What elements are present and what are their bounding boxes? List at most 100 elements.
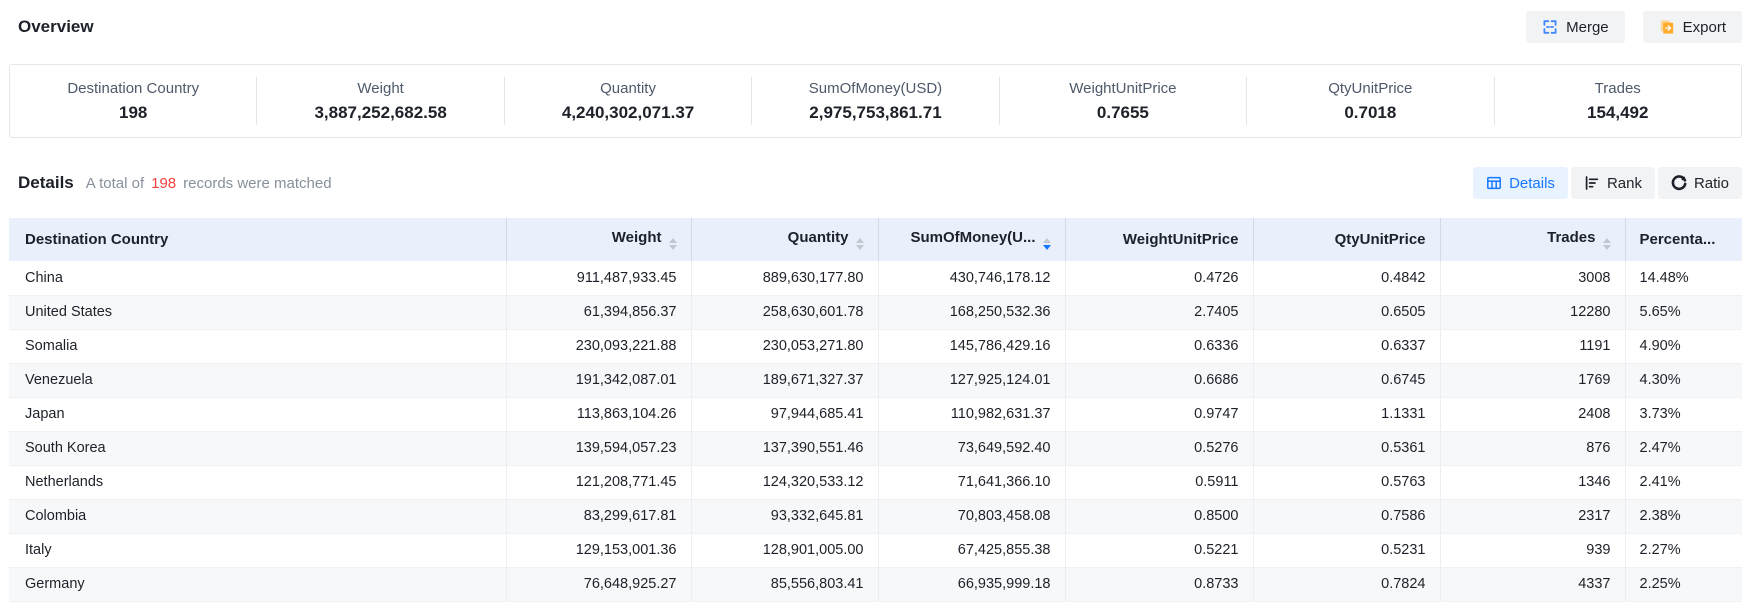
stat-value: 0.7018 (1344, 103, 1396, 123)
table-icon (1486, 175, 1502, 191)
column-header-percenta: Percenta... (1625, 218, 1742, 261)
stat-item-weightunitprice: WeightUnitPrice0.7655 (1000, 77, 1247, 125)
stat-item-destination-country: Destination Country 198 (10, 77, 257, 125)
value-cell-weight: 113,863,104.26 (506, 397, 691, 431)
sort-caret-icon[interactable] (1043, 238, 1051, 250)
value-cell-qtyunitprice: 0.6745 (1253, 363, 1440, 397)
value-cell-quantity: 97,944,685.41 (691, 397, 878, 431)
table-row-china[interactable]: China911,487,933.45889,630,177.80430,746… (9, 261, 1742, 295)
value-cell-trades: 4337 (1440, 567, 1625, 601)
sort-desc-arrow (856, 245, 864, 250)
stat-label: Quantity (600, 80, 656, 97)
column-header-label: QtyUnitPrice (1335, 231, 1426, 248)
value-cell-quantity: 258,630,601.78 (691, 295, 878, 329)
value-cell-trades: 1191 (1440, 329, 1625, 363)
value-cell-weightunitprice: 0.9747 (1065, 397, 1253, 431)
value-cell-quantity: 93,332,645.81 (691, 499, 878, 533)
value-cell-weight: 230,093,221.88 (506, 329, 691, 363)
export-button[interactable]: Export (1643, 11, 1742, 43)
value-cell-quantity: 124,320,533.12 (691, 465, 878, 499)
value-cell-quantity: 85,556,803.41 (691, 567, 878, 601)
value-cell-weight: 911,487,933.45 (506, 261, 691, 295)
value-cell-weight: 129,153,001.36 (506, 533, 691, 567)
details-bar: Details A total of198records were matche… (0, 166, 1751, 200)
value-cell-sumofmoney-u: 67,425,855.38 (878, 533, 1065, 567)
table-row-united-states[interactable]: United States61,394,856.37258,630,601.78… (9, 295, 1742, 329)
stat-label: Destination Country (67, 80, 199, 97)
value-cell-weightunitprice: 0.8733 (1065, 567, 1253, 601)
table-row-somalia[interactable]: Somalia230,093,221.88230,053,271.80145,7… (9, 329, 1742, 363)
view-button-details[interactable]: Details (1473, 167, 1568, 199)
column-header-label: SumOfMoney(U... (910, 229, 1035, 246)
value-cell-qtyunitprice: 1.1331 (1253, 397, 1440, 431)
sort-caret-icon[interactable] (669, 238, 677, 250)
value-cell-qtyunitprice: 0.7586 (1253, 499, 1440, 533)
stat-value: 198 (119, 103, 147, 123)
value-cell-qtyunitprice: 0.6337 (1253, 329, 1440, 363)
overview-stats-card: Destination Country198Weight3,887,252,68… (9, 64, 1742, 138)
value-cell-trades: 3008 (1440, 261, 1625, 295)
value-cell-percenta: 2.41% (1625, 465, 1742, 499)
country-cell: United States (9, 295, 506, 329)
table-row-venezuela[interactable]: Venezuela191,342,087.01189,671,327.37127… (9, 363, 1742, 397)
column-header-trades[interactable]: Trades (1440, 218, 1625, 261)
column-header-label: Destination Country (25, 231, 168, 248)
value-cell-weightunitprice: 0.8500 (1065, 499, 1253, 533)
country-cell: Japan (9, 397, 506, 431)
column-header-label: Weight (612, 229, 662, 246)
summary-suffix: records were matched (183, 175, 331, 192)
details-table: Destination Country Weight Quantity SumOfMo… (9, 218, 1742, 602)
value-cell-weightunitprice: 2.7405 (1065, 295, 1253, 329)
country-cell: Colombia (9, 499, 506, 533)
value-cell-trades: 2317 (1440, 499, 1625, 533)
value-cell-weightunitprice: 0.6336 (1065, 329, 1253, 363)
merge-icon (1542, 19, 1558, 35)
bar-chart-icon (1584, 175, 1600, 191)
table-row-colombia[interactable]: Colombia83,299,617.8193,332,645.8170,803… (9, 499, 1742, 533)
column-header-destination-country: Destination Country (9, 218, 506, 261)
country-cell: Netherlands (9, 465, 506, 499)
value-cell-percenta: 2.27% (1625, 533, 1742, 567)
view-button-rank[interactable]: Rank (1571, 167, 1655, 199)
details-title: Details (18, 173, 74, 193)
matched-count: 198 (151, 175, 176, 192)
country-cell: South Korea (9, 431, 506, 465)
stat-item-qtyunitprice: QtyUnitPrice0.7018 (1247, 77, 1494, 125)
column-header-quantity[interactable]: Quantity (691, 218, 878, 261)
value-cell-percenta: 2.25% (1625, 567, 1742, 601)
value-cell-quantity: 128,901,005.00 (691, 533, 878, 567)
column-header-label: Trades (1547, 229, 1595, 246)
merge-button[interactable]: Merge (1526, 11, 1625, 43)
value-cell-weight: 139,594,057.23 (506, 431, 691, 465)
column-header-label: Percenta... (1640, 231, 1716, 248)
export-icon (1659, 19, 1675, 35)
value-cell-weight: 121,208,771.45 (506, 465, 691, 499)
sort-caret-icon[interactable] (1603, 238, 1611, 250)
country-cell: China (9, 261, 506, 295)
value-cell-weight: 76,648,925.27 (506, 567, 691, 601)
country-cell: Somalia (9, 329, 506, 363)
column-header-weight[interactable]: Weight (506, 218, 691, 261)
table-row-germany[interactable]: Germany76,648,925.2785,556,803.4166,935,… (9, 567, 1742, 601)
view-button-label: Rank (1607, 176, 1642, 191)
stat-value: 154,492 (1587, 103, 1648, 123)
table-row-japan[interactable]: Japan113,863,104.2697,944,685.41110,982,… (9, 397, 1742, 431)
column-header-weightunitprice: WeightUnitPrice (1065, 218, 1253, 261)
table-row-italy[interactable]: Italy129,153,001.36128,901,005.0067,425,… (9, 533, 1742, 567)
sort-caret-icon[interactable] (856, 238, 864, 250)
table-row-netherlands[interactable]: Netherlands121,208,771.45124,320,533.127… (9, 465, 1742, 499)
sort-desc-arrow (1043, 245, 1051, 250)
column-header-sumofmoney-u[interactable]: SumOfMoney(U... (878, 218, 1065, 261)
value-cell-weight: 61,394,856.37 (506, 295, 691, 329)
records-matched-summary: A total of198records were matched (86, 175, 332, 192)
top-bar: Overview Merge (0, 0, 1751, 48)
value-cell-percenta: 14.48% (1625, 261, 1742, 295)
view-button-ratio[interactable]: Ratio (1658, 167, 1742, 199)
sort-asc-arrow (1043, 238, 1051, 243)
table-row-south-korea[interactable]: South Korea139,594,057.23137,390,551.467… (9, 431, 1742, 465)
column-header-label: Quantity (788, 229, 849, 246)
value-cell-qtyunitprice: 0.4842 (1253, 261, 1440, 295)
value-cell-trades: 2408 (1440, 397, 1625, 431)
value-cell-sumofmoney-u: 168,250,532.36 (878, 295, 1065, 329)
stat-label: Weight (357, 80, 403, 97)
